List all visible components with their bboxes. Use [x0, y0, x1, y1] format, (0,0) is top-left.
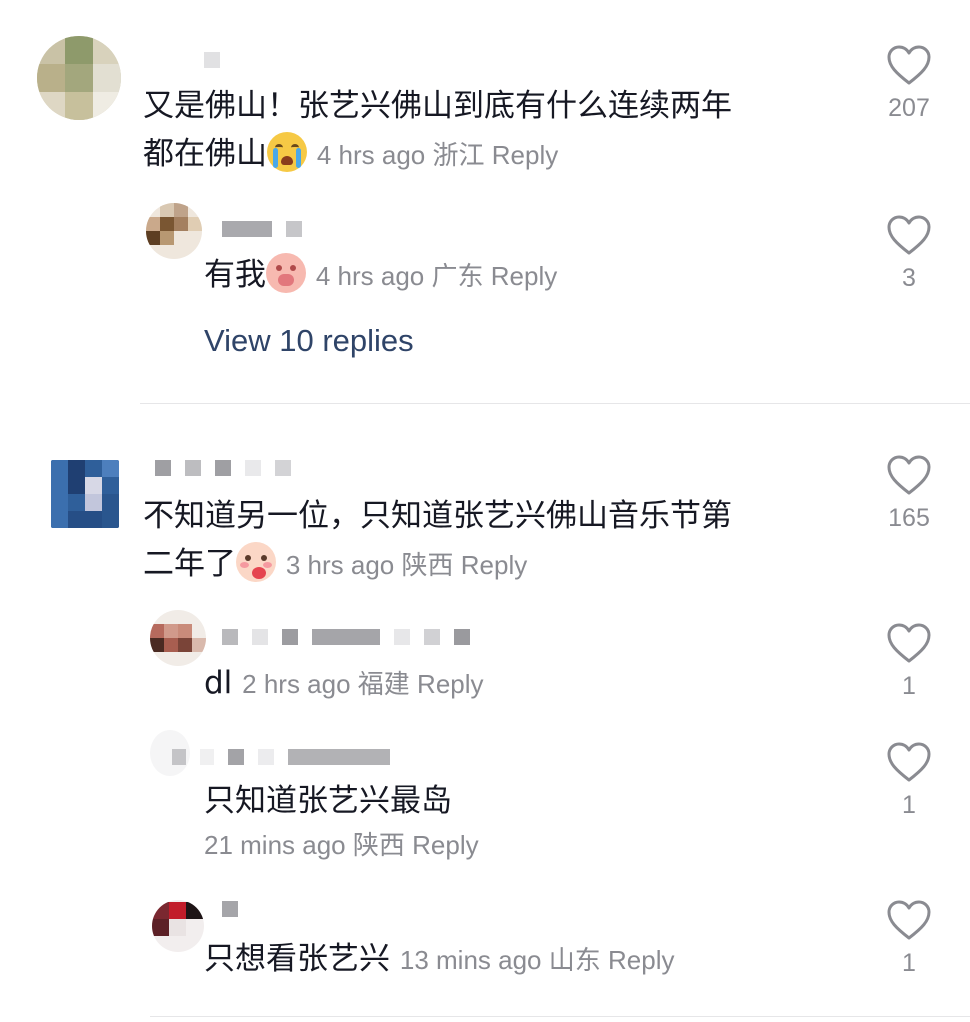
- comment-meta: 3 hrs ago 陕西 Reply: [286, 550, 527, 580]
- avatar[interactable]: [51, 460, 119, 528]
- like-count: 207: [888, 94, 930, 122]
- like-button[interactable]: 1: [879, 741, 939, 820]
- like-button[interactable]: 1: [879, 899, 939, 978]
- heart-outline-icon: [887, 455, 931, 495]
- reply-time: 13 mins ago: [399, 945, 542, 975]
- heart-outline-icon: [887, 623, 931, 663]
- reply-text-row: dl 2 hrs ago 福建 Reply: [204, 659, 824, 708]
- reply-text-row: 只想看张艺兴 13 mins ago 山东 Reply: [204, 935, 824, 984]
- reply-button[interactable]: Reply: [491, 261, 557, 291]
- reply-meta: 13 mins ago 山东 Reply: [400, 945, 675, 975]
- like-count: 165: [888, 504, 930, 532]
- avatar[interactable]: [146, 203, 202, 259]
- comment-meta: 4 hrs ago 浙江 Reply: [317, 140, 558, 170]
- reply-text: 只想看张艺兴: [204, 941, 390, 977]
- reply-meta: 2 hrs ago 福建 Reply: [242, 669, 483, 699]
- comment-time: 3 hrs ago: [285, 550, 395, 580]
- reply-meta: 4 hrs ago 广东 Reply: [316, 261, 557, 291]
- reply-button[interactable]: Reply: [461, 550, 527, 580]
- reply-location: 陕西: [352, 830, 405, 860]
- blushing-face-icon: [236, 542, 276, 582]
- heart-outline-icon: [887, 45, 931, 85]
- like-button[interactable]: 3: [879, 214, 939, 293]
- view-replies-link[interactable]: View 10 replies: [204, 323, 414, 359]
- like-count: 3: [902, 264, 916, 292]
- loudly-crying-face-icon: [267, 132, 307, 172]
- username-redacted[interactable]: [222, 221, 302, 237]
- divider: [150, 1016, 970, 1017]
- username-redacted[interactable]: [222, 901, 238, 917]
- reply-location: 福建: [357, 669, 410, 699]
- reply-time: 4 hrs ago: [315, 261, 425, 291]
- heart-outline-icon: [887, 215, 931, 255]
- reply-text: dl: [204, 665, 233, 701]
- avatar[interactable]: [37, 36, 121, 120]
- comment-location: 陕西: [401, 550, 454, 580]
- heart-outline-icon: [887, 742, 931, 782]
- like-button[interactable]: 1: [879, 622, 939, 701]
- username-redacted[interactable]: [204, 52, 220, 68]
- reply-button[interactable]: Reply: [417, 669, 483, 699]
- reply-location: 广东: [431, 261, 484, 291]
- like-count: 1: [902, 672, 916, 700]
- reply-button[interactable]: Reply: [608, 945, 674, 975]
- avatar[interactable]: [150, 610, 206, 666]
- like-count: 1: [902, 949, 916, 977]
- comment-time: 4 hrs ago: [316, 140, 426, 170]
- reply-button[interactable]: Reply: [492, 140, 558, 170]
- username-redacted[interactable]: [155, 460, 291, 476]
- comment-text: 又是佛山！张艺兴佛山到底有什么连续两年 都在佛山 4 hrs ago 浙江 Re…: [143, 88, 732, 172]
- comment-location: 浙江: [432, 140, 485, 170]
- divider: [140, 403, 970, 404]
- username-redacted[interactable]: [222, 629, 470, 645]
- reply-text-row: 有我 4 hrs ago 广东 Reply: [204, 251, 824, 300]
- comment-text: 不知道另一位，只知道张艺兴佛山音乐节第 二年了 3 hrs ago 陕西 Rep…: [143, 498, 732, 582]
- heart-outline-icon: [887, 900, 931, 940]
- reply-location: 山东: [548, 945, 601, 975]
- reply-meta: 21 mins ago 陕西 Reply: [204, 825, 479, 862]
- reply-button[interactable]: Reply: [412, 830, 478, 860]
- like-button[interactable]: 165: [879, 454, 939, 533]
- username-redacted[interactable]: [172, 749, 390, 765]
- reply-text: 有我: [204, 257, 266, 293]
- avatar[interactable]: [152, 900, 204, 952]
- like-count: 1: [902, 791, 916, 819]
- reply-time: 2 hrs ago: [242, 669, 351, 699]
- reply-time: 21 mins ago: [204, 830, 346, 860]
- reply-text: 只知道张艺兴最岛: [204, 783, 452, 819]
- pig-face-icon: [266, 253, 306, 293]
- like-button[interactable]: 207: [879, 44, 939, 123]
